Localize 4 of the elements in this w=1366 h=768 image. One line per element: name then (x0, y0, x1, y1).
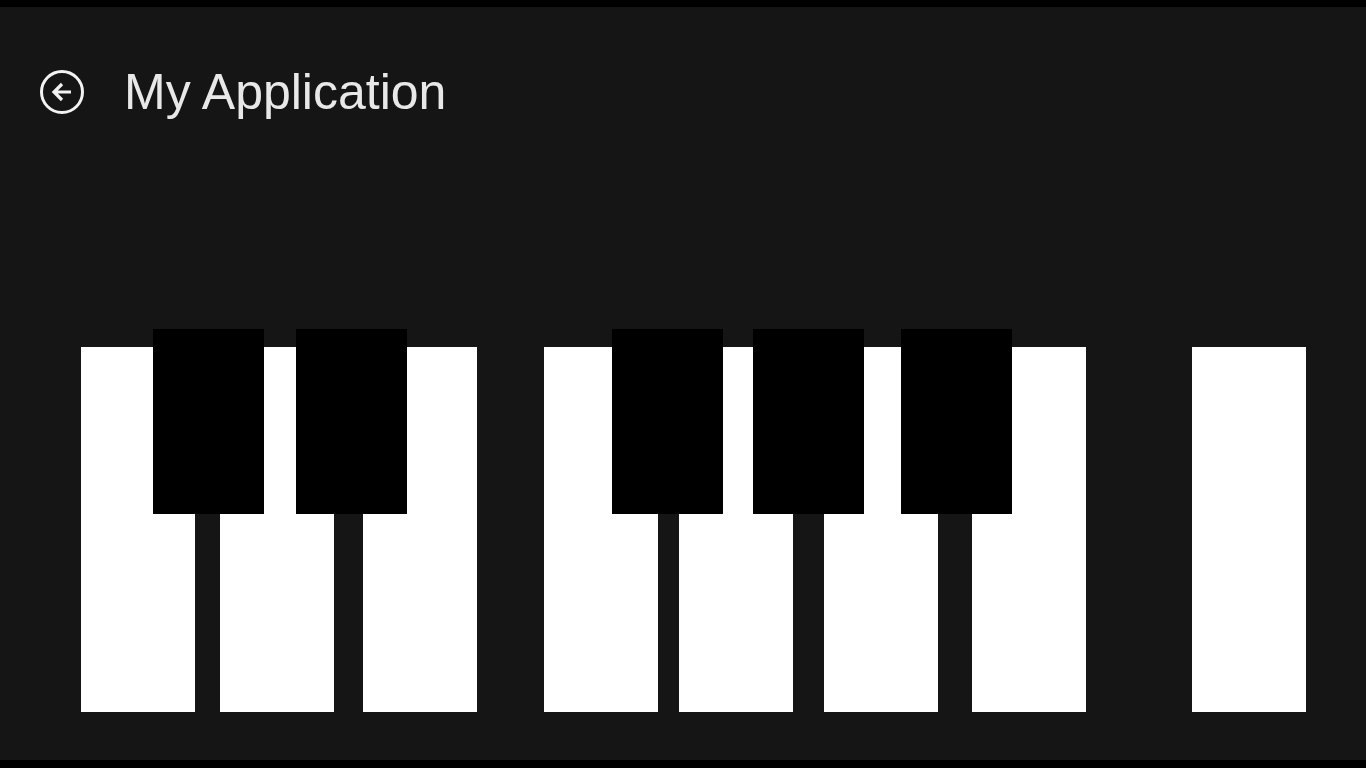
back-button[interactable] (40, 70, 84, 114)
page-title: My Application (124, 64, 447, 120)
piano-keyboard-drawing[interactable] (81, 329, 1306, 713)
left-arrow-icon (51, 82, 73, 102)
